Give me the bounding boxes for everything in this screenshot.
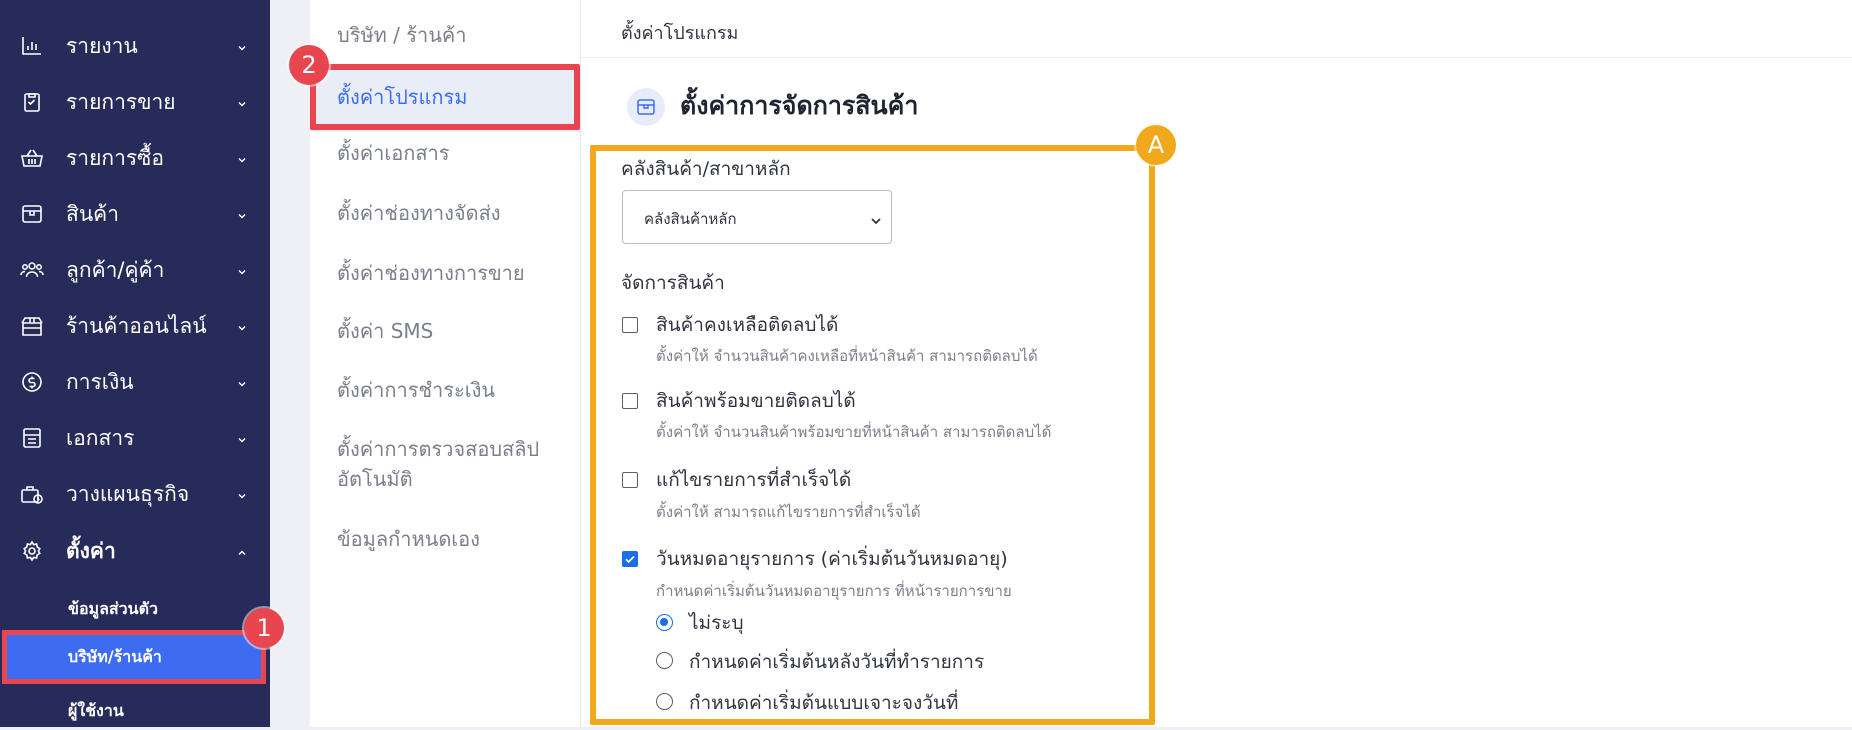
chevron-down-icon [236, 431, 248, 443]
highlight-box-settings-menu [310, 64, 580, 130]
sidebar-item-sales[interactable]: รายการขาย [0, 78, 270, 126]
divider [581, 57, 1852, 58]
chevron-down-icon [236, 487, 248, 499]
step-badge-2: 2 [289, 45, 329, 85]
breadcrumb: ตั้งค่าโปรแกรม [621, 23, 739, 44]
sidebar-subitem-label: ผู้ใช้งาน [68, 701, 124, 720]
sidebar-item-online-store[interactable]: ร้านค้าออนไลน์ [0, 302, 270, 350]
sidebar-item-settings[interactable]: ตั้งค่า [0, 527, 270, 575]
sidebar-item-label: รายการขาย [66, 90, 176, 114]
box-icon [627, 88, 665, 126]
settings-menu-custom-data[interactable]: ข้อมูลกำหนดเอง [337, 524, 480, 554]
step-badge-a: A [1136, 125, 1176, 165]
sidebar-item-label: ลูกค้า/คู่ค้า [66, 258, 165, 282]
chevron-down-icon [236, 39, 248, 51]
settings-menu-sales-channels[interactable]: ตั้งค่าช่องทางการขาย [337, 258, 525, 288]
sidebar-item-products[interactable]: สินค้า [0, 190, 270, 238]
chevron-down-icon [236, 319, 248, 331]
sidebar-item-label: ตั้งค่า [66, 539, 116, 563]
sidebar-subitem-label: บริษัท/ร้านค้า [68, 647, 162, 666]
settings-menu-label-line2: อัตโนมัติ [337, 467, 413, 491]
sidebar-item-business-plan[interactable]: วางแผนธุรกิจ [0, 470, 270, 518]
settings-menu-company[interactable]: บริษัท / ร้านค้า [337, 20, 467, 50]
highlight-box-product-settings [590, 145, 1155, 725]
step-badge-1: 1 [244, 608, 284, 648]
sidebar-item-finance[interactable]: การเงิน [0, 358, 270, 406]
chevron-down-icon [236, 207, 248, 219]
sidebar-item-label: รายงาน [66, 34, 138, 58]
clipboard-icon [20, 91, 44, 113]
chevron-down-icon [236, 151, 248, 163]
chevron-down-icon [236, 95, 248, 107]
briefcase-icon [20, 483, 44, 505]
sidebar-subitem-company[interactable]: บริษัท/ร้านค้า [2, 630, 266, 684]
settings-menu-shipping[interactable]: ตั้งค่าช่องทางจัดส่ง [337, 198, 501, 228]
chevron-down-icon [236, 263, 248, 275]
users-icon [20, 259, 44, 281]
sidebar-subitem-label: ข้อมูลส่วนตัว [68, 599, 158, 618]
page-title: ตั้งค่าการจัดการสินค้า [680, 91, 919, 120]
chevron-up-icon [236, 544, 248, 556]
sidebar-item-reports[interactable]: รายงาน [0, 22, 270, 70]
settings-menu-label: ตั้งค่าการตรวจสอบสลิป [337, 437, 540, 461]
gear-icon [20, 540, 44, 562]
sidebar-item-label: รายการซื้อ [66, 146, 165, 170]
settings-menu-sms[interactable]: ตั้งค่า SMS [337, 316, 433, 346]
sidebar-item-label: สินค้า [66, 202, 120, 226]
sidebar-item-purchases[interactable]: รายการซื้อ [0, 134, 270, 182]
sidebar-item-label: การเงิน [66, 370, 134, 394]
sidebar-item-label: เอกสาร [66, 426, 135, 450]
settings-menu-documents[interactable]: ตั้งค่าเอกสาร [337, 138, 450, 168]
store-icon [20, 315, 44, 337]
chevron-down-icon [236, 375, 248, 387]
settings-menu-payment[interactable]: ตั้งค่าการชำระเงิน [337, 375, 495, 405]
sidebar-subitem-users[interactable]: ผู้ใช้งาน [0, 688, 270, 730]
sidebar-item-customers[interactable]: ลูกค้า/คู่ค้า [0, 246, 270, 294]
sidebar-item-documents[interactable]: เอกสาร [0, 414, 270, 462]
document-icon [20, 427, 44, 449]
box-icon [20, 203, 44, 225]
sidebar: รายงาน รายการขาย รายการซื้อ สินค้า ลูกค้… [0, 0, 270, 727]
basket-icon [20, 147, 44, 169]
settings-menu-slip-check[interactable]: ตั้งค่าการตรวจสอบสลิป อัตโนมัติ [337, 434, 539, 494]
sidebar-item-label: ร้านค้าออนไลน์ [66, 314, 207, 338]
sidebar-subitem-profile[interactable]: ข้อมูลส่วนตัว [0, 586, 270, 628]
sidebar-item-label: วางแผนธุรกิจ [66, 482, 190, 506]
bar-chart-icon [20, 35, 44, 57]
dollar-coin-icon [20, 371, 44, 393]
